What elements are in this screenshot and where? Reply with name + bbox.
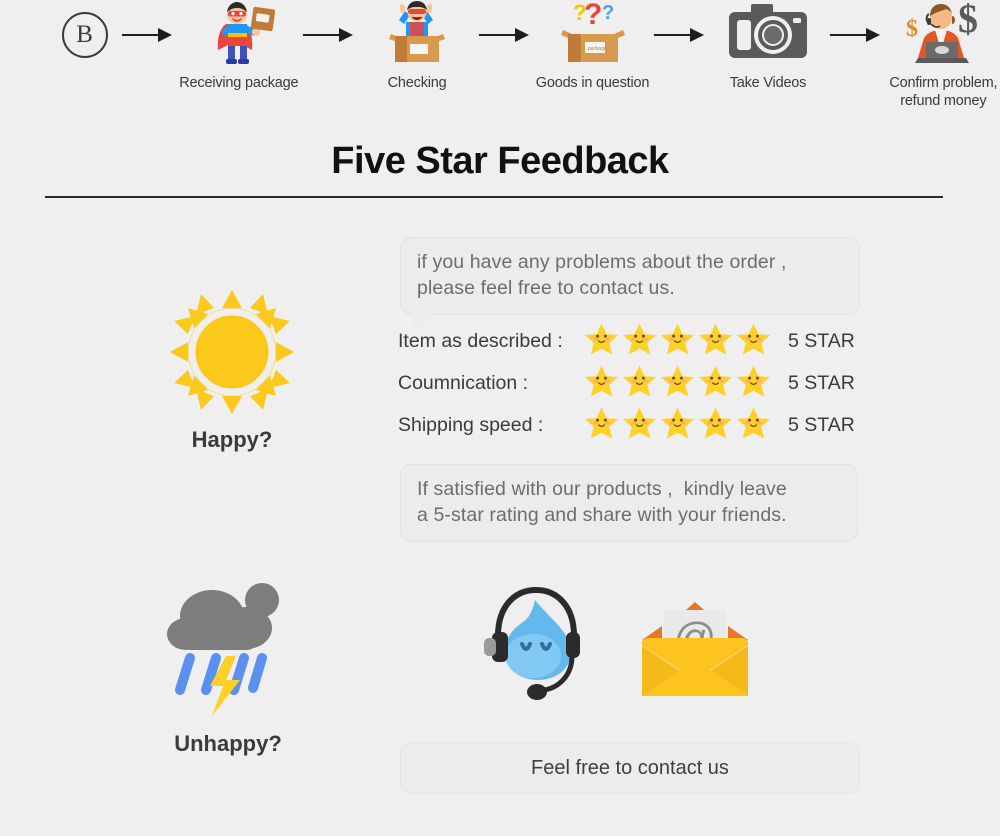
smiling-star-icon bbox=[622, 364, 657, 403]
rating-row: Coumnication : 5 STAR bbox=[398, 362, 855, 404]
rating-value: 5 STAR bbox=[788, 371, 855, 394]
arrow-right-icon-2 bbox=[298, 0, 360, 70]
arrow-right-icon-3 bbox=[474, 0, 536, 70]
rating-label: Item as described : bbox=[398, 329, 563, 352]
happy-label: Happy? bbox=[191, 427, 273, 452]
svg-text:$: $ bbox=[958, 0, 978, 41]
smiling-star-icon bbox=[660, 406, 695, 445]
rating-stars bbox=[584, 322, 774, 361]
contact-us-banner[interactable]: Feel free to contact us bbox=[400, 742, 860, 794]
happy-mood-block: Happy? bbox=[148, 288, 316, 453]
contact-us-label: Feel free to contact us bbox=[531, 756, 729, 779]
rating-value: 5 STAR bbox=[788, 329, 855, 352]
svg-text:?: ? bbox=[584, 0, 602, 31]
rating-label: Coumnication : bbox=[398, 371, 529, 394]
superhero-package-icon bbox=[202, 0, 276, 70]
flow-step-badge: B bbox=[52, 0, 117, 70]
email-envelope-at-icon: @ bbox=[636, 596, 754, 711]
svg-text:?: ? bbox=[602, 2, 614, 24]
flow-step-goods-in-question: ? ? ? package Goods in question bbox=[536, 0, 650, 92]
flow-step-label: Take Videos bbox=[729, 75, 807, 91]
flow-step-label: Receiving package bbox=[179, 75, 299, 91]
smiling-star-icon bbox=[736, 322, 771, 361]
smiling-star-icon bbox=[698, 406, 733, 445]
rating-value: 5 STAR bbox=[788, 413, 855, 436]
smiling-star-icon bbox=[660, 322, 695, 361]
smiling-star-icon bbox=[736, 406, 771, 445]
support-icons-row: @ bbox=[480, 578, 754, 711]
smiling-star-icon bbox=[622, 322, 657, 361]
unhappy-mood-block: Unhappy? bbox=[138, 572, 318, 757]
flow-step-checking: Checking bbox=[360, 0, 473, 92]
rating-row: Shipping speed : 5 STAR bbox=[398, 404, 855, 446]
box-with-question-marks-icon: ? ? ? package bbox=[555, 0, 631, 70]
flow-step-receiving-package: Receiving package bbox=[179, 0, 299, 92]
flow-step-take-videos: Take Videos bbox=[711, 0, 824, 92]
bottom-message-line-2: a 5-star rating and share with your frie… bbox=[417, 503, 787, 526]
smiling-star-icon bbox=[584, 364, 619, 403]
brand-badge-b: B bbox=[61, 12, 108, 58]
headset-chat-mascot-icon bbox=[480, 578, 590, 711]
arrow-right-icon-5 bbox=[825, 0, 887, 70]
arrow-right-icon-1 bbox=[117, 0, 179, 70]
smiling-star-icon bbox=[698, 364, 733, 403]
arrow-right-icon-4 bbox=[649, 0, 711, 70]
svg-text:$: $ bbox=[906, 16, 918, 42]
ratings-list: Item as described : 5 STAR Coumnication … bbox=[398, 320, 855, 446]
flow-step-confirm-refund: $ $ Confirm problem, refund money bbox=[887, 0, 1000, 110]
smiling-star-icon bbox=[660, 364, 695, 403]
agent-laptop-dollar-icon: $ $ bbox=[894, 0, 992, 70]
top-message-bubble: if you have any problems about the order… bbox=[400, 237, 860, 331]
rating-row: Item as described : 5 STAR bbox=[398, 320, 855, 362]
rating-stars bbox=[584, 406, 774, 445]
unhappy-label: Unhappy? bbox=[174, 731, 282, 756]
bottom-message-bubble: If satisfied with our products , kindly … bbox=[400, 464, 858, 542]
page-title: Five Star Feedback bbox=[331, 140, 669, 182]
rain-cloud-lightning-icon bbox=[138, 572, 318, 725]
smiling-star-icon bbox=[584, 406, 619, 445]
person-in-open-box-icon bbox=[381, 0, 453, 70]
flow-step-label: Checking bbox=[387, 75, 447, 91]
rating-stars bbox=[584, 364, 774, 403]
top-message-line-2: please feel free to contact us. bbox=[417, 276, 675, 299]
sun-icon bbox=[148, 288, 316, 421]
bottom-message-line-1: If satisfied with our products , kindly … bbox=[417, 478, 787, 500]
flow-step-label: Goods in question bbox=[535, 75, 650, 91]
rating-label: Shipping speed : bbox=[398, 413, 544, 436]
smiling-star-icon bbox=[584, 322, 619, 361]
smiling-star-icon bbox=[698, 322, 733, 361]
camera-icon bbox=[725, 0, 811, 70]
process-flow: B Receiving package Checking ? ? ? packa… bbox=[0, 0, 1000, 118]
title-divider bbox=[45, 196, 943, 198]
top-message-line-1: if you have any problems about the order… bbox=[417, 251, 787, 273]
smiling-star-icon bbox=[622, 406, 657, 445]
smiling-star-icon bbox=[736, 364, 771, 403]
flow-step-label: Confirm problem, refund money bbox=[889, 75, 998, 110]
svg-text:package: package bbox=[588, 46, 607, 52]
